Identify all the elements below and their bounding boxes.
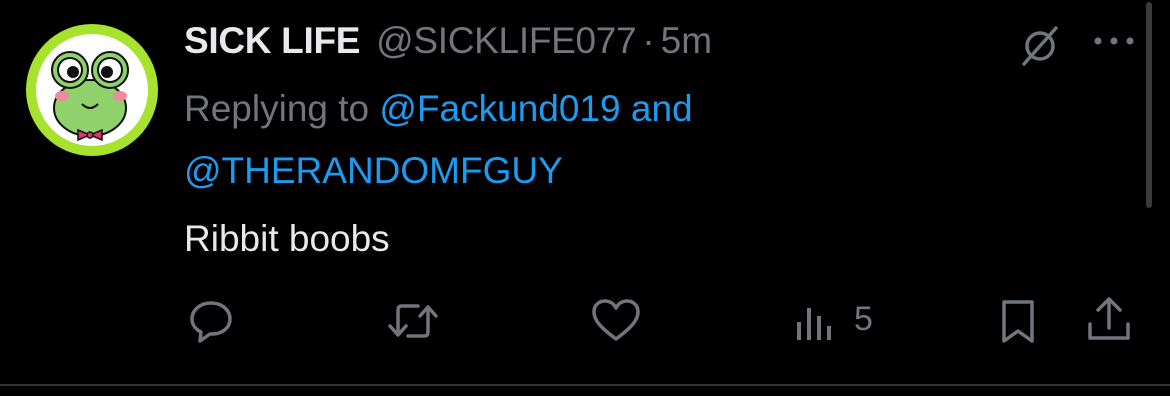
views-bars-icon[interactable] — [794, 300, 836, 342]
more-dots-icon[interactable] — [1092, 30, 1136, 52]
replying-to: Replying to @Fackund019 and @THERANDOMFG… — [184, 78, 884, 202]
mention-link-1[interactable]: @Fackund019 — [379, 88, 620, 129]
scrollbar[interactable] — [1146, 2, 1152, 208]
views-count[interactable]: 5 — [854, 300, 873, 339]
tweet-divider — [0, 384, 1170, 386]
share-icon[interactable] — [1084, 294, 1134, 346]
bookmark-icon[interactable] — [996, 296, 1040, 346]
tweet[interactable]: SICK LIFE @SICKLIFE077 · 5m Replying to … — [0, 0, 1170, 384]
retweet-icon[interactable] — [386, 296, 440, 346]
tweet-header: SICK LIFE @SICKLIFE077 · 5m — [184, 20, 712, 68]
avatar[interactable] — [24, 22, 160, 158]
grok-slash-icon[interactable] — [1016, 22, 1064, 70]
frog-avatar-image — [26, 24, 158, 156]
tweet-text: Ribbit boobs — [184, 218, 390, 259]
timestamp[interactable]: 5m — [661, 20, 712, 62]
separator-dot: · — [642, 20, 655, 61]
heart-icon[interactable] — [590, 296, 642, 346]
mention-link-2[interactable]: @THERANDOMFGUY — [184, 150, 563, 191]
author-handle[interactable]: @SICKLIFE077 — [376, 20, 637, 62]
replying-prefix: Replying to — [184, 88, 380, 129]
author-name[interactable]: SICK LIFE — [184, 20, 360, 62]
reply-icon[interactable] — [186, 296, 236, 346]
mention-joiner[interactable]: and — [621, 88, 693, 129]
